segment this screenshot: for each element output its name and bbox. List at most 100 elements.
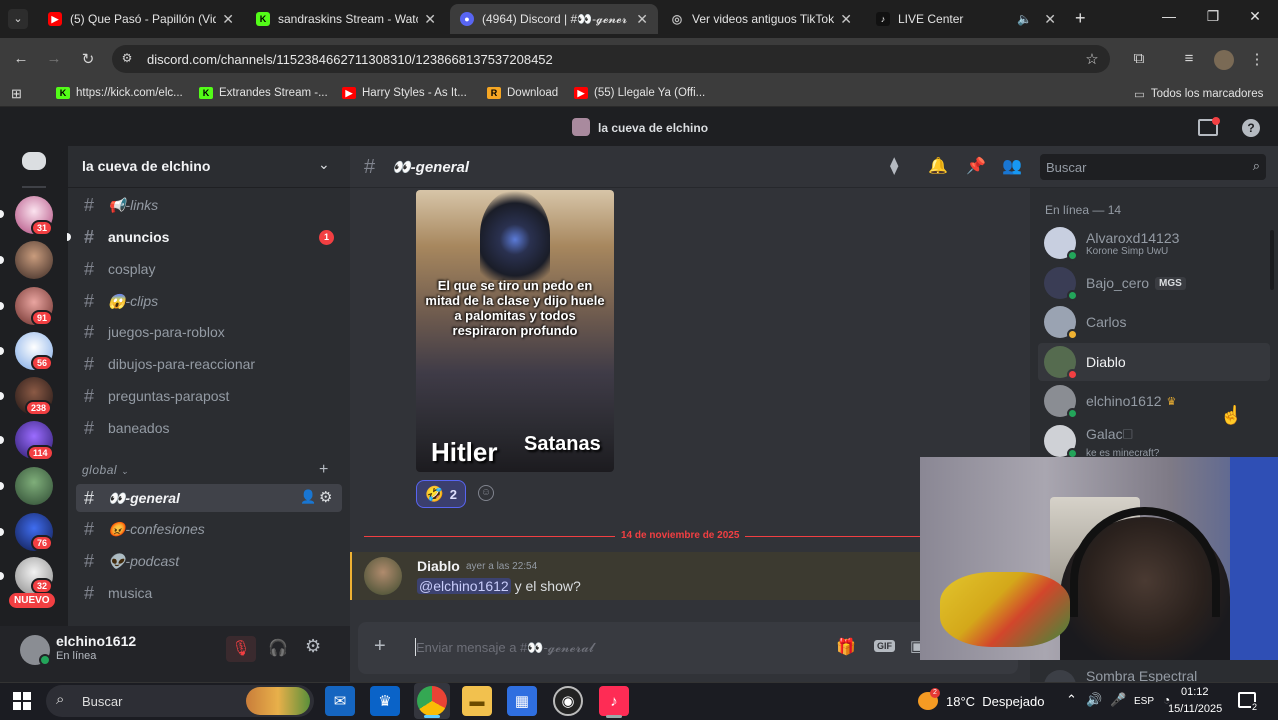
channel-dibujos-para-reaccionar[interactable]: # dibujos-para-reaccionar (76, 350, 342, 378)
pin-icon[interactable]: 📌 (966, 156, 986, 176)
member-sombra-espectral[interactable]: Sombra Espectral (1044, 668, 1274, 682)
settings-gear-icon[interactable]: ⚙ (305, 636, 321, 657)
all-bookmarks-folder[interactable]: ▭ Todos los marcadores (1134, 87, 1263, 101)
forward-icon[interactable]: → (43, 50, 65, 67)
clock-time[interactable]: 01:12 (1181, 686, 1209, 698)
inbox-icon[interactable] (1198, 117, 1220, 136)
site-info-icon[interactable]: ⚙ (116, 51, 138, 65)
outlook-icon[interactable]: ✉ (325, 686, 355, 716)
taskbar-search-box[interactable]: ⌕ Buscar (46, 685, 314, 717)
channel-baneados[interactable]: # baneados (76, 414, 342, 442)
chrome-icon[interactable] (417, 686, 447, 716)
close-icon[interactable]: ✕ (1044, 11, 1056, 28)
help-icon[interactable]: ? (1242, 119, 1260, 137)
member-bajo-cero[interactable]: Bajo_cero MGS (1044, 265, 1186, 301)
close-icon[interactable]: ✕ (222, 11, 234, 28)
browser-tab-youtube-papillon[interactable]: ▶ (5) Que Pasó - Papillón (Vid ✕ (38, 4, 244, 34)
close-icon[interactable]: ✕ (636, 11, 648, 28)
meme-image[interactable]: El que se tiro un pedo en mitad de la cl… (416, 190, 614, 472)
channel-general[interactable]: # 👀-general 👤 ⚙ (76, 484, 342, 512)
server-icon-2[interactable] (15, 241, 53, 279)
language-indicator[interactable]: ESP (1134, 696, 1154, 707)
headphones-icon[interactable]: 🎧 (268, 638, 288, 658)
bookmark-harry-styles[interactable]: ▶ Harry Styles - As It... (342, 87, 467, 99)
bell-icon[interactable]: 🔔 (928, 156, 948, 176)
back-icon[interactable]: ← (10, 50, 32, 67)
channel-preguntas-parapost[interactable]: # preguntas-parapost (76, 382, 342, 410)
restore-button[interactable]: ❐ (1198, 8, 1228, 25)
message-input[interactable]: Enviar mensaje a #👀-𝓰𝓮𝓷𝓮𝓻𝓪𝓵 (416, 640, 594, 656)
gear-icon[interactable]: ⚙ (319, 488, 332, 506)
microphone-icon[interactable]: 🎤 (1110, 692, 1126, 708)
server-icon-7[interactable] (15, 467, 53, 505)
gif-icon[interactable]: GIF (874, 640, 895, 652)
bookmark-extrandes[interactable]: K Extrandes Stream -... (199, 87, 328, 99)
invite-icon[interactable]: 👤 (300, 489, 316, 505)
chevron-up-icon[interactable]: ⌃ (1066, 692, 1077, 708)
bookmark-llegale-ya[interactable]: ▶ (55) Llegale Ya (Offi... (574, 87, 705, 99)
browser-tab-kick-sandraskins[interactable]: K sandraskins Stream - Watch ✕ (246, 4, 446, 34)
close-icon[interactable]: ✕ (840, 11, 852, 28)
member-diablo[interactable]: Diablo (1044, 344, 1126, 380)
channel-links[interactable]: # 📢-links (76, 191, 342, 219)
new-badge[interactable]: NUEVO (9, 593, 55, 608)
tiktok-live-icon[interactable]: ♪ (599, 686, 629, 716)
mention-badge: 76 (31, 535, 54, 551)
tab-search-button[interactable]: ⌄ (8, 9, 28, 29)
channel-anuncios[interactable]: # anuncios (76, 223, 342, 251)
windows-start-icon[interactable] (13, 692, 31, 710)
bookmark-star-icon[interactable]: ☆ (1081, 50, 1103, 68)
channel-musica[interactable]: # musica (76, 579, 342, 607)
message-author[interactable]: Diablo (417, 558, 460, 574)
browser-tab-live-center[interactable]: ♪ LIVE Center 🔈 ✕ (866, 4, 1066, 34)
scrollbar-thumb[interactable] (1270, 230, 1274, 290)
channel-podcast[interactable]: # 👽-podcast (76, 547, 342, 575)
member-galac[interactable]: Galac🗆 ke es minecraft? (1044, 423, 1159, 459)
bookmark-download[interactable]: R Download (487, 87, 558, 99)
member-alvaroxd14123[interactable]: Alvaroxd14123 Korone Simp UwU (1044, 225, 1179, 261)
extensions-icon[interactable]: ⧉ (1128, 50, 1150, 67)
weather-text[interactable]: 18°C Despejado (946, 694, 1044, 709)
copilot-icon[interactable]: ♛ (370, 686, 400, 716)
gift-icon[interactable]: 🎁 (836, 637, 856, 657)
search-input[interactable]: Buscar ⌕ (1040, 154, 1266, 180)
media-control-icon[interactable]: ≡ (1178, 50, 1200, 67)
channel-cosplay[interactable]: # cosplay (76, 255, 342, 283)
reaction-chip[interactable]: 🤣 2 (416, 480, 466, 508)
server-header[interactable]: la cueva de elchino ⌄ (68, 146, 350, 188)
speaker-icon[interactable]: 🔊 (1086, 692, 1102, 708)
add-reaction-icon[interactable]: ☺ (478, 485, 494, 501)
username[interactable]: elchino1612 (56, 633, 136, 649)
store-icon[interactable]: ▦ (507, 686, 537, 716)
add-attachment-icon[interactable]: + (374, 635, 386, 658)
threads-icon[interactable]: ⧫ (890, 156, 898, 176)
channel-clips[interactable]: # 😱-clips (76, 287, 342, 315)
file-explorer-icon[interactable]: ▬ (462, 686, 492, 716)
profile-avatar[interactable] (1214, 50, 1234, 70)
avatar[interactable] (364, 557, 402, 595)
bookmark-kick-elc[interactable]: K https://kick.com/elc... (56, 87, 183, 99)
category-global[interactable]: global ⌄ (82, 463, 129, 477)
discord-home-icon[interactable] (22, 152, 46, 170)
close-icon[interactable]: ✕ (424, 11, 436, 28)
close-window-button[interactable]: ✕ (1240, 8, 1270, 25)
browser-tab-discord[interactable]: ● (4964) Discord | #👀-𝓰𝓮𝓷𝓮𝓻 ✕ (450, 4, 658, 34)
mute-mic-icon[interactable]: 🎙 (226, 636, 256, 662)
add-channel-icon[interactable]: + (319, 461, 328, 479)
channel-juegos-para-roblox[interactable]: # juegos-para-roblox (76, 318, 342, 346)
clock-date[interactable]: 15/11/2025 (1168, 703, 1222, 715)
url-text[interactable]: discord.com/channels/1152384662711308310… (147, 52, 553, 67)
browser-tab-tiktok-videos[interactable]: ◎ Ver videos antiguos TikTok ✕ (660, 4, 862, 34)
user-mention[interactable]: @elchino1612 (417, 578, 511, 594)
apps-grid-icon[interactable]: ⊞ (11, 86, 22, 102)
minimize-button[interactable]: — (1154, 8, 1184, 24)
new-tab-button[interactable]: + (1075, 8, 1086, 29)
reload-icon[interactable]: ↻ (77, 50, 99, 68)
member-carlos[interactable]: Carlos (1044, 304, 1126, 340)
speaker-icon[interactable]: 🔈 (1017, 12, 1032, 26)
member-elchino1612[interactable]: elchino1612 ♛ (1044, 383, 1176, 419)
member-list-icon[interactable]: 👥 (1002, 156, 1022, 176)
channel-confesiones[interactable]: # 😡-confesiones (76, 515, 342, 543)
menu-icon[interactable]: ⋮ (1246, 50, 1268, 68)
obs-icon[interactable]: ◉ (553, 686, 583, 716)
